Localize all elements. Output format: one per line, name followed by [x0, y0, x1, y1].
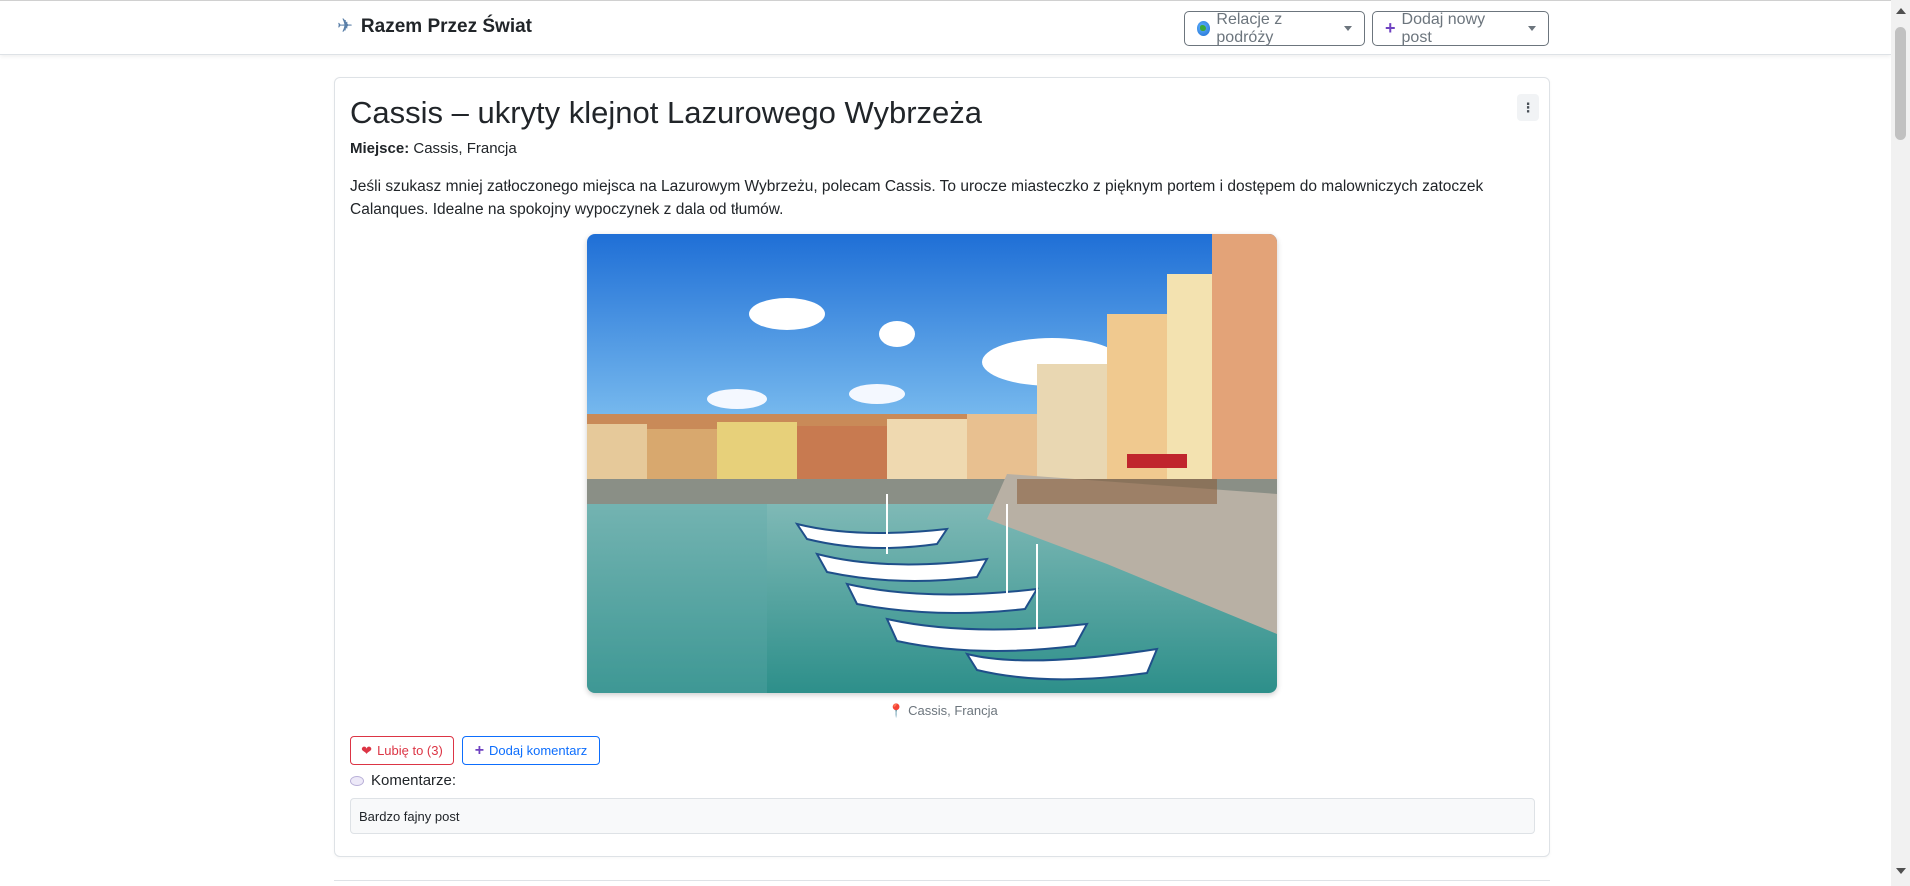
brand[interactable]: ✈ Razem Przez Świat: [337, 15, 532, 38]
post-title: Cassis – ukryty klejnot Lazurowego Wybrz…: [350, 95, 983, 130]
page-scrollbar[interactable]: [1891, 0, 1910, 886]
heart-icon: ❤: [361, 742, 373, 758]
like-label: Lubię to (3): [377, 743, 443, 758]
scroll-thumb[interactable]: [1895, 27, 1906, 140]
add-comment-label: Dodaj komentarz: [489, 743, 588, 758]
add-comment-button[interactable]: + Dodaj komentarz: [462, 736, 600, 765]
travel-reports-dropdown[interactable]: Relacje z podróży: [1184, 11, 1365, 46]
post-card: ⋮ Cassis – ukryty klejnot Lazurowego Wyb…: [334, 77, 1550, 857]
add-post-label: Dodaj nowy post: [1401, 10, 1486, 46]
location-label: Miejsce:: [350, 140, 410, 157]
post-photo[interactable]: [587, 234, 1277, 693]
scroll-up-arrow-icon[interactable]: [1896, 8, 1906, 14]
chevron-down-icon: [1344, 26, 1352, 31]
like-button[interactable]: ❤ Lubię to (3): [350, 736, 454, 765]
post-location: Miejsce: Cassis, Francja: [350, 140, 517, 157]
comment-text: Bardzo fajny post: [359, 808, 460, 824]
scroll-down-arrow-icon[interactable]: [1896, 868, 1906, 874]
photo-caption-text: Cassis, Francja: [908, 703, 998, 718]
comment-item: Bardzo fajny post: [350, 798, 1535, 834]
map-pin-icon: 📍: [888, 703, 905, 718]
photo-caption: 📍 Cassis, Francja: [335, 703, 1551, 719]
comments-heading-text: Komentarze:: [371, 772, 457, 789]
airplane-icon: ✈: [337, 16, 353, 37]
top-navbar: ✈ Razem Przez Świat Relacje z podróży + …: [0, 0, 1891, 55]
travel-reports-label: Relacje z podróży: [1216, 10, 1283, 46]
plus-icon: +: [1385, 18, 1396, 38]
more-options-icon[interactable]: ⋮: [1517, 94, 1539, 121]
comments-heading: Komentarze:: [350, 772, 456, 789]
globe-icon: [1197, 21, 1211, 36]
chevron-down-icon: [1528, 26, 1536, 31]
next-post-card-edge: [334, 880, 1550, 886]
plus-icon: +: [474, 741, 485, 759]
add-post-dropdown[interactable]: + Dodaj nowy post: [1372, 11, 1549, 46]
post-description: Jeśli szukasz mniej zatłoczonego miejsca…: [350, 178, 1484, 218]
brand-title: Razem Przez Świat: [360, 15, 532, 37]
speech-bubble-icon: [350, 775, 364, 786]
location-value: Cassis, Francja: [413, 140, 517, 157]
